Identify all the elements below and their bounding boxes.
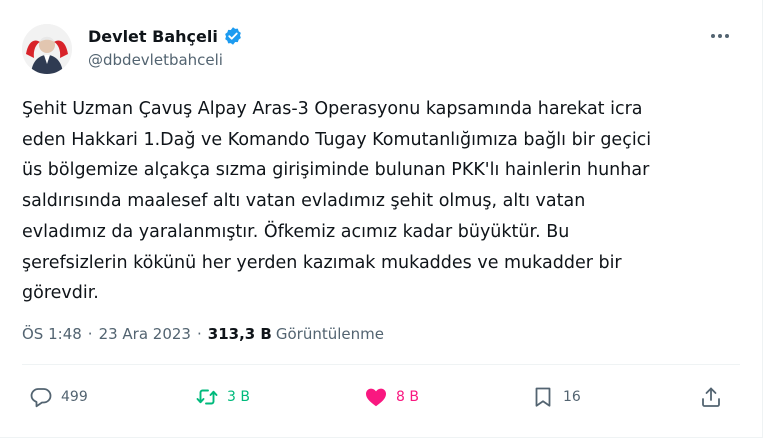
tweet-time[interactable]: ÖS 1:48 [22,325,82,343]
tweet-date[interactable]: 23 Ara 2023 [99,325,191,343]
tweet-text: Şehit Uzman Çavuş Alpay Aras-3 Operasyon… [22,99,652,304]
more-options-button[interactable] [708,26,732,46]
bookmark-icon [535,387,551,407]
views-count: 313,3 B [207,325,272,343]
tweet-card: Devlet Bahçeli @dbdevletbahceli Şehit Uz… [0,0,763,438]
avatar[interactable] [22,24,72,74]
retweet-icon [196,389,218,405]
verified-badge-icon [224,27,241,45]
retweet-count: 3 B [227,389,250,405]
author-handle[interactable]: @dbdevletbahceli [88,51,223,69]
share-icon [702,387,720,407]
author-display-name[interactable]: Devlet Bahçeli [88,27,218,46]
reply-icon [30,388,52,408]
meta-separator: · [196,325,202,343]
retweet-button[interactable]: 3 B [195,382,250,412]
heart-icon [366,388,386,407]
reply-button[interactable]: 499 [29,382,88,412]
tweet-meta: ÖS 1:48 · 23 Ara 2023 · 313,3 B Görüntül… [22,325,384,343]
bookmark-count: 16 [563,389,581,405]
divider [22,364,740,365]
like-button[interactable]: 8 B [364,382,419,412]
share-button[interactable] [699,382,723,412]
more-dots-icon [711,34,729,38]
meta-separator: · [87,325,93,343]
author-name-row[interactable]: Devlet Bahçeli [88,26,243,46]
bookmark-button[interactable]: 16 [531,382,581,412]
action-bar: 499 3 B 8 B 16 [0,382,763,412]
views-label: Görüntülenme [275,325,384,343]
avatar-icon [22,24,72,74]
like-count: 8 B [396,389,419,405]
reply-count: 499 [61,389,88,405]
